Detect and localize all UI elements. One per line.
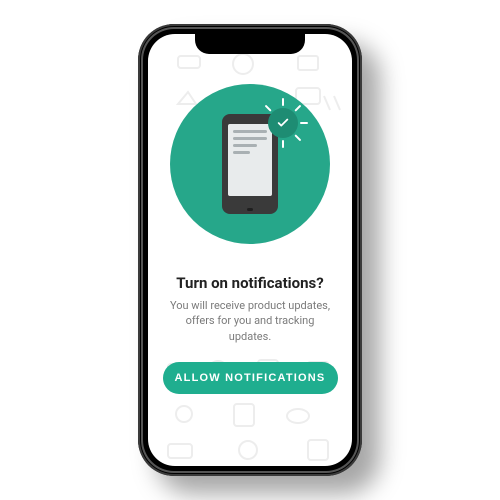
notification-prompt: Turn on notifications? You will receive … — [148, 34, 352, 466]
prompt-body: You will receive product updates, offers… — [166, 298, 334, 344]
allow-notifications-button[interactable]: ALLOW NOTIFICATIONS — [163, 362, 338, 394]
checkmark-badge-icon — [268, 108, 298, 138]
hero-circle — [170, 84, 330, 244]
prompt-title: Turn on notifications? — [176, 274, 323, 292]
phone-device-frame: Turn on notifications? You will receive … — [138, 24, 362, 476]
phone-screen: Turn on notifications? You will receive … — [148, 34, 352, 466]
phone-notch — [195, 34, 305, 54]
